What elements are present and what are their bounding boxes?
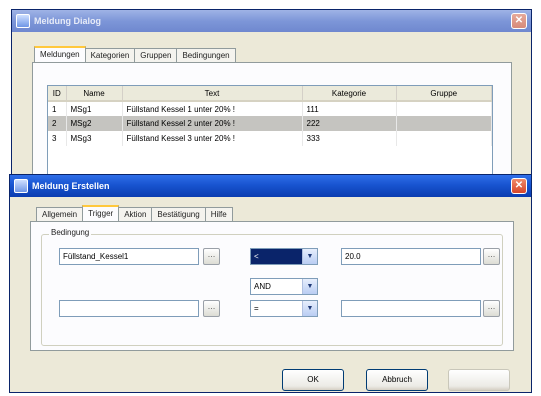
- cell-text: Füllstand Kessel 3 unter 20% !: [122, 131, 303, 146]
- bedingung-label: Bedingung: [49, 228, 92, 237]
- tab-trigger[interactable]: Trigger: [82, 205, 120, 221]
- chevron-down-icon[interactable]: ▼: [302, 301, 317, 316]
- left-operand-input-1[interactable]: Füllstand_Kessel1: [59, 248, 199, 265]
- tab-gruppen[interactable]: Gruppen: [134, 48, 178, 62]
- browse-button-right-1[interactable]: …: [483, 248, 500, 265]
- tab-allgemein[interactable]: Allgemein: [36, 207, 84, 221]
- cell-text: Füllstand Kessel 1 unter 20% !: [122, 101, 303, 116]
- cell-name: MSg1: [66, 101, 123, 116]
- back-window-title: Meldung Dialog: [34, 16, 101, 26]
- left-operand-input-2[interactable]: [59, 300, 199, 317]
- front-tab-bar: Allgemein Trigger Aktion Bestätigung Hil…: [36, 205, 233, 221]
- operator-value: <: [254, 252, 259, 261]
- back-window-close-button[interactable]: ✕: [511, 13, 527, 29]
- column-header-gruppe[interactable]: Gruppe: [396, 86, 492, 102]
- cell-name: MSg2: [66, 116, 123, 131]
- browse-button-left-1[interactable]: …: [203, 248, 220, 265]
- message-table: ID Name Text Kategorie Gruppe 1 MSg1 Fül…: [48, 86, 492, 146]
- front-window-close-button[interactable]: ✕: [511, 178, 527, 194]
- back-tab-bar: Meldungen Kategorien Gruppen Bedingungen: [34, 46, 236, 62]
- table-row[interactable]: 1 MSg1 Füllstand Kessel 1 unter 20% ! 11…: [48, 101, 492, 116]
- right-operand-input-2[interactable]: [341, 300, 481, 317]
- tab-hilfe[interactable]: Hilfe: [204, 207, 233, 221]
- browse-button-left-2[interactable]: …: [203, 300, 220, 317]
- cancel-button[interactable]: Abbruch: [366, 369, 428, 391]
- front-tab-panel: Bedingung Füllstand_Kessel1 … < ▼ 20.0 ……: [30, 221, 514, 351]
- tab-bestaetigung[interactable]: Bestätigung: [151, 207, 206, 221]
- cell-id: 3: [48, 131, 67, 146]
- chevron-down-icon[interactable]: ▼: [302, 249, 317, 264]
- table-header-row: ID Name Text Kategorie Gruppe: [48, 86, 492, 102]
- cell-text: Füllstand Kessel 2 unter 20% !: [122, 116, 303, 131]
- meldung-erstellen-window: Meldung Erstellen ✕ Allgemein Trigger Ak…: [9, 174, 532, 393]
- cell-id: 2: [48, 116, 67, 131]
- cell-kategorie: 111: [302, 101, 397, 116]
- operator-select-2[interactable]: = ▼: [250, 300, 318, 317]
- back-window-titlebar[interactable]: Meldung Dialog ✕: [12, 10, 531, 32]
- cell-name: MSg3: [66, 131, 123, 146]
- cell-kategorie: 333: [302, 131, 397, 146]
- column-header-id[interactable]: ID: [48, 86, 67, 102]
- column-header-text[interactable]: Text: [122, 86, 303, 102]
- front-window-title: Meldung Erstellen: [32, 181, 110, 191]
- column-header-name[interactable]: Name: [66, 86, 123, 102]
- front-window-titlebar[interactable]: Meldung Erstellen ✕: [10, 175, 531, 197]
- logic-value: AND: [254, 282, 271, 291]
- app-icon: [16, 14, 30, 28]
- ok-button[interactable]: OK: [282, 369, 344, 391]
- tab-kategorien[interactable]: Kategorien: [84, 48, 136, 62]
- cell-gruppe: [396, 131, 492, 146]
- cell-kategorie: 222: [302, 116, 397, 131]
- tab-aktion[interactable]: Aktion: [118, 207, 153, 221]
- chevron-down-icon[interactable]: ▼: [302, 279, 317, 294]
- table-row-selected[interactable]: 2 MSg2 Füllstand Kessel 2 unter 20% ! 22…: [48, 116, 492, 131]
- cell-gruppe: [396, 116, 492, 131]
- table-row[interactable]: 3 MSg3 Füllstand Kessel 3 unter 20% ! 33…: [48, 131, 492, 146]
- operator-value: =: [254, 304, 259, 313]
- logic-select[interactable]: AND ▼: [250, 278, 318, 295]
- cell-gruppe: [396, 101, 492, 116]
- tab-bedingungen[interactable]: Bedingungen: [176, 48, 236, 62]
- app-icon: [14, 179, 28, 193]
- apply-button[interactable]: [448, 369, 510, 391]
- operator-select-1[interactable]: < ▼: [250, 248, 318, 265]
- tab-meldungen[interactable]: Meldungen: [34, 46, 86, 62]
- right-operand-input-1[interactable]: 20.0: [341, 248, 481, 265]
- cell-id: 1: [48, 101, 67, 116]
- browse-button-right-2[interactable]: …: [483, 300, 500, 317]
- column-header-kategorie[interactable]: Kategorie: [302, 86, 397, 102]
